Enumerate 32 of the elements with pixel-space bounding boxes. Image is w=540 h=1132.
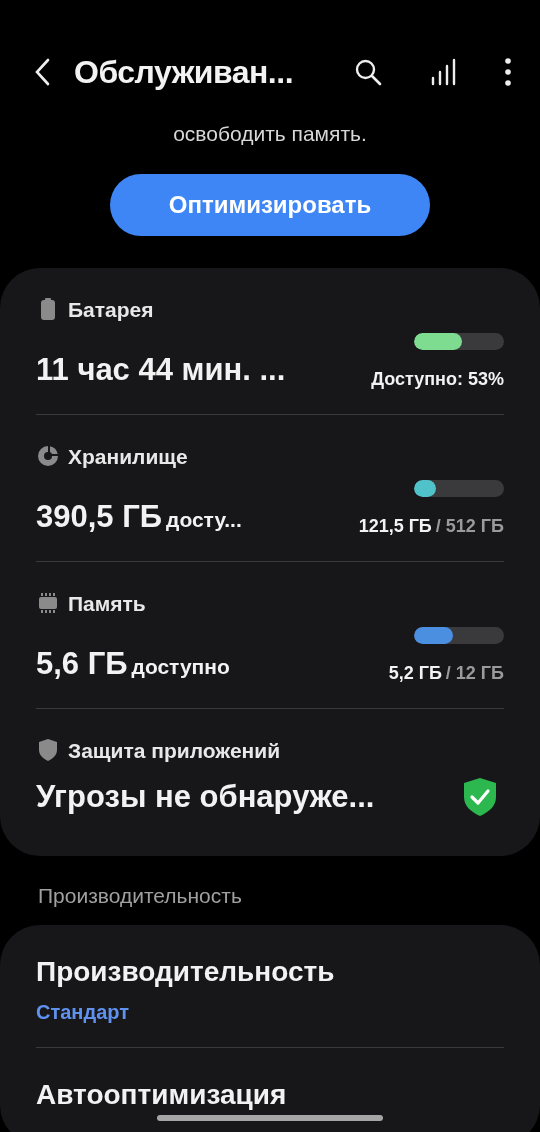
total-reading: / 12 ГБ — [445, 662, 504, 685]
shield-icon — [39, 739, 57, 762]
setting-title: Автооптимизация — [36, 1078, 288, 1112]
item-value: 11 час 44 мин. ... — [36, 350, 286, 389]
screen-title: Обслуживан... — [74, 53, 295, 92]
setting-title: Производительность — [36, 955, 336, 989]
item-value: 390,5 ГБ — [36, 497, 163, 536]
item-value: Угрозы не обнаруже... — [36, 778, 375, 816]
settings-item[interactable]: Автооптимизация — [36, 1048, 504, 1132]
item-value: 5,6 ГБ — [36, 644, 128, 683]
back-icon[interactable] — [34, 58, 50, 86]
item-label: Защита приложений — [68, 737, 281, 764]
search-icon[interactable] — [354, 58, 382, 86]
section-header: Производительность — [37, 882, 243, 909]
item-label: Батарея — [68, 296, 154, 323]
total-reading: / 512 ГБ — [435, 515, 504, 538]
setting-value: Стандарт — [36, 1000, 130, 1025]
settings-item[interactable]: Производительность Стандарт — [36, 925, 504, 1048]
usage-reading: 5,2 ГБ — [388, 662, 442, 685]
more-options-icon[interactable] — [504, 58, 512, 86]
item-value-suffix: доступно — [131, 653, 230, 680]
item-label: Память — [68, 590, 146, 617]
bar-chart-icon[interactable] — [430, 58, 456, 86]
chip-icon — [39, 593, 57, 614]
usage-reading: Доступно: 53% — [371, 368, 504, 391]
pie-chart-icon — [38, 446, 58, 467]
item-value-suffix: досту... — [166, 506, 242, 533]
usage-reading: 121,5 ГБ — [358, 515, 432, 538]
battery-icon — [41, 298, 55, 321]
optimize-button[interactable]: Оптимизировать — [110, 173, 430, 236]
item-label: Хранилище — [68, 443, 188, 470]
description-text: освободить память. — [172, 121, 368, 147]
